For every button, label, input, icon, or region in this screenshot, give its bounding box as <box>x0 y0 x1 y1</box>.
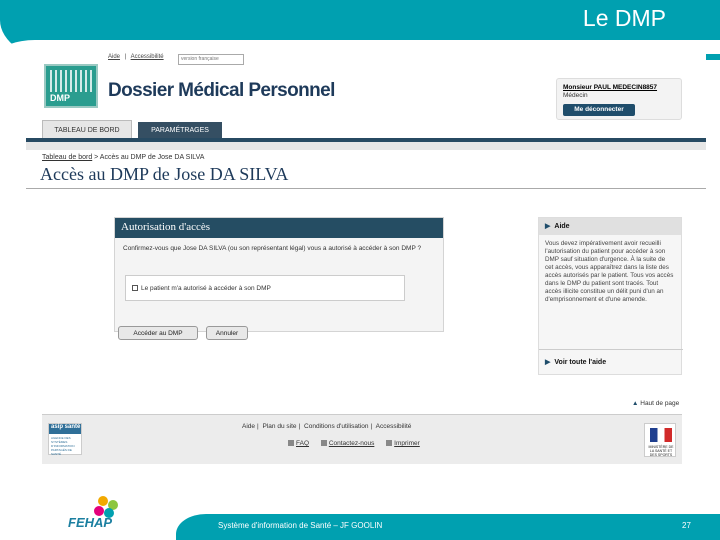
leaf-icon <box>98 496 108 506</box>
authorization-title: Autorisation d'accès <box>115 218 443 238</box>
slide-footer-text: Système d'information de Santé – JF GOOL… <box>218 521 383 530</box>
arrow-right-icon: ▶ <box>545 223 551 230</box>
footer-link-contact[interactable]: Contactez-nous <box>329 440 375 447</box>
authorization-card: Autorisation d'accès Confirmez-vous que … <box>114 217 444 332</box>
asip-logo-text: asip santé <box>49 424 81 434</box>
faq-icon <box>288 440 294 447</box>
accessibility-link[interactable]: Accessibilité <box>131 54 164 60</box>
fehap-logo: FEHAP <box>64 494 134 534</box>
slide: Le DMP Aide | Accessibilité version fran… <box>0 0 720 540</box>
ministry-text: MINISTÈRE DE LA SANTÉ ET DES SPORTS <box>648 445 674 457</box>
breadcrumb: Tableau de bord > Accès au DMP de Jose D… <box>42 154 204 161</box>
access-dmp-button[interactable]: Accéder au DMP <box>118 326 198 340</box>
footer-link-accessibility[interactable]: Accessibilité <box>376 423 412 430</box>
print-icon <box>386 440 393 447</box>
consent-checkbox[interactable] <box>132 285 138 292</box>
see-all-help-link[interactable]: ▶ Voir toute l'aide <box>545 358 606 366</box>
footer-link-help[interactable]: Aide <box>242 423 255 430</box>
french-flag-icon <box>650 428 672 442</box>
see-all-help-label: Voir toute l'aide <box>554 359 607 366</box>
page-title: Accès au DMP de Jose DA SILVA <box>40 164 289 184</box>
footer-link-sitemap[interactable]: Plan du site <box>263 423 297 430</box>
language-select[interactable]: version française <box>178 54 244 65</box>
consent-label: Le patient m'a autorisé à accéder à son … <box>141 285 271 292</box>
logo-bars-icon <box>50 70 94 92</box>
help-divider <box>539 349 683 350</box>
user-name[interactable]: Monsieur PAUL MEDECIN8857 <box>563 84 657 91</box>
separator: | <box>124 54 127 60</box>
top-links: Aide | Accessibilité <box>108 54 167 60</box>
fehap-logo-text: FEHAP <box>68 515 113 530</box>
cancel-button[interactable]: Annuler <box>206 326 248 340</box>
tab-dashboard[interactable]: TABLEAU DE BORD <box>42 120 132 140</box>
help-title: Aide <box>554 223 570 230</box>
asip-logo-subtitle: AGENCE DES SYSTÈMES D'INFORMATION PARTAG… <box>51 436 75 456</box>
arrow-right-icon: ▶ <box>545 359 551 366</box>
dmp-screenshot: Aide | Accessibilité version française D… <box>26 48 706 488</box>
breadcrumb-home[interactable]: Tableau de bord <box>42 154 92 161</box>
footer-link-terms[interactable]: Conditions d'utilisation <box>304 423 368 430</box>
back-to-top-link[interactable]: ▲ Haut de page <box>632 400 679 407</box>
logo-text: DMP <box>50 93 70 103</box>
arrow-up-icon: ▲ <box>632 400 639 407</box>
breadcrumb-current: > Accès au DMP de Jose DA SILVA <box>92 154 205 161</box>
dmp-logo: DMP <box>44 64 98 108</box>
footer-tools: FAQ Contactez-nous Imprimer <box>288 440 430 447</box>
brand-title: Dossier Médical Personnel <box>108 80 335 101</box>
back-to-top-label: Haut de page <box>640 400 680 407</box>
help-link[interactable]: Aide <box>108 54 120 60</box>
footer-link-print[interactable]: Imprimer <box>394 440 420 447</box>
slide-page-number: 27 <box>682 521 691 530</box>
help-panel: ▶ Aide Vous devez impérativement avoir re… <box>538 217 683 375</box>
logout-button[interactable]: Me déconnecter <box>563 104 635 116</box>
footer-link-faq[interactable]: FAQ <box>296 440 309 447</box>
footer-links: Aide | Plan du site | Conditions d'utilisa… <box>242 423 412 430</box>
mail-icon <box>320 440 327 447</box>
help-text: Vous devez impérativement avoir recueill… <box>545 240 674 303</box>
slide-title: Le DMP <box>582 5 666 31</box>
user-box: Monsieur PAUL MEDECIN8857 Médecin Me déc… <box>556 78 682 120</box>
help-header: ▶ Aide <box>539 218 681 235</box>
republic-logo: MINISTÈRE DE LA SANTÉ ET DES SPORTS <box>644 423 676 457</box>
consent-checkbox-row[interactable]: Le patient m'a autorisé à accéder à son … <box>125 275 405 301</box>
site-footer: asip santé AGENCE DES SYSTÈMES D'INFORMA… <box>42 414 682 464</box>
title-divider <box>26 188 706 189</box>
nav-band <box>26 142 706 150</box>
asip-logo: asip santé AGENCE DES SYSTÈMES D'INFORMA… <box>48 423 82 456</box>
authorization-question: Confirmez-vous que Jose DA SILVA (ou son… <box>123 245 422 252</box>
user-role: Médecin <box>563 92 588 99</box>
